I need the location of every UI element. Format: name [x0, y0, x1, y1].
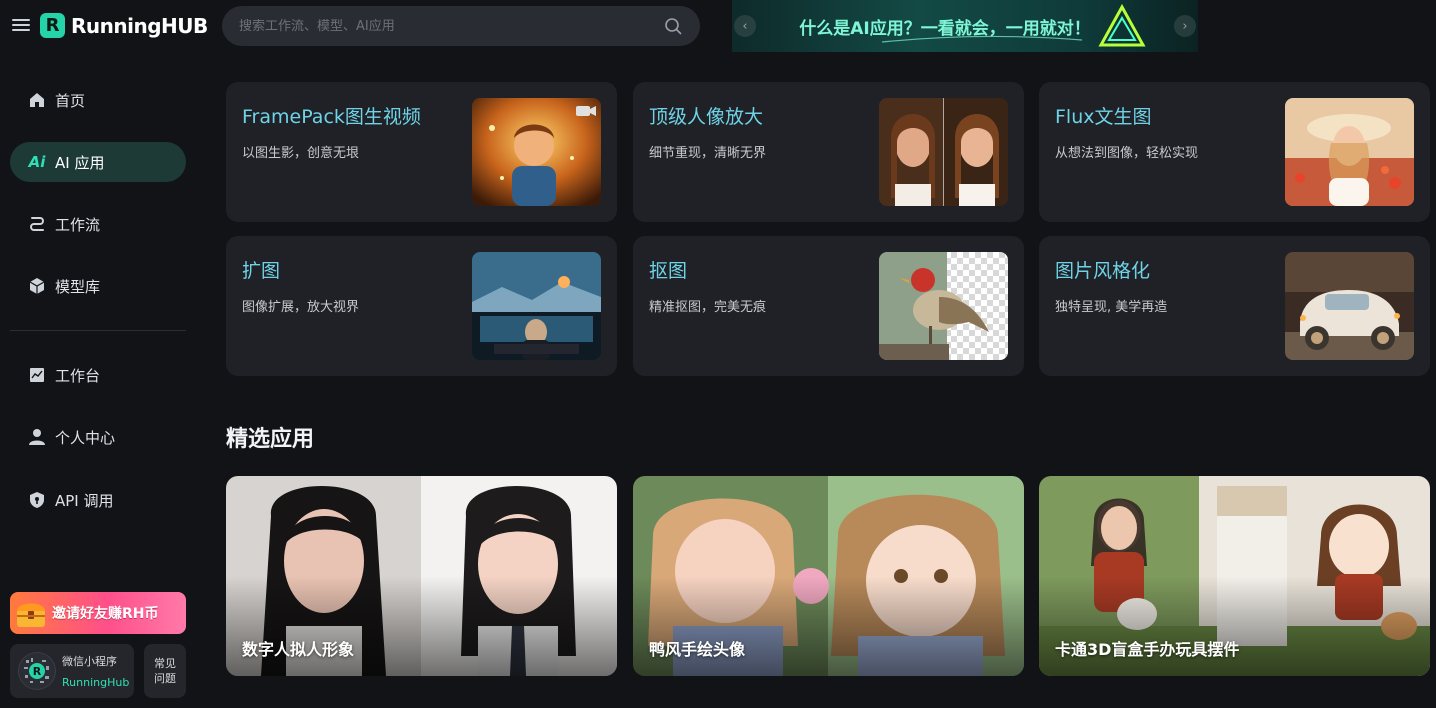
- sidebar: 首页 Ai AI 应用 工作流 模型库 工作台 个人中心 API 调用 邀请好友…: [0, 52, 196, 708]
- banner-swoosh-decoration: [882, 35, 1082, 43]
- sidebar-item-label: 工作台: [55, 366, 101, 385]
- app-card-shade: [633, 576, 1024, 676]
- tool-title: 扩图: [242, 260, 281, 282]
- chart-icon: [28, 366, 46, 384]
- menu-icon[interactable]: [12, 16, 30, 32]
- logo[interactable]: R RunningHUB: [40, 13, 208, 38]
- tool-title: Flux文生图: [1055, 106, 1152, 128]
- sidebar-item-api[interactable]: API 调用: [10, 480, 186, 520]
- tool-title: FramePack图生视频: [242, 106, 421, 128]
- featured-app-card[interactable]: 鸭风手绘头像: [633, 476, 1024, 676]
- faq-button[interactable]: 常见问题: [144, 644, 186, 698]
- user-icon: [28, 428, 46, 446]
- tool-card-flux-text-to-image[interactable]: Flux文生图 从想法到图像，轻松实现: [1039, 82, 1430, 222]
- tool-description: 从想法到图像，轻松实现: [1055, 146, 1199, 161]
- invite-label: 邀请好友赚RH币: [52, 606, 159, 622]
- mini-program-card[interactable]: R 微信小程序 RunningHub: [10, 644, 134, 698]
- sidebar-item-label: 首页: [55, 91, 86, 110]
- tool-description: 以图生影，创意无垠: [242, 146, 360, 161]
- triangle-logo-icon: [1098, 4, 1146, 47]
- tool-card-stylize[interactable]: 图片风格化 独特呈现, 美学再造: [1039, 236, 1430, 376]
- tool-thumbnail: [879, 252, 1008, 360]
- tool-thumbnail: [879, 98, 1008, 206]
- logo-mark: R: [40, 13, 65, 38]
- shield-icon: [28, 491, 46, 509]
- promo-banner[interactable]: ‹ 什么是AI应用？一看就会，一用就对！ ›: [732, 0, 1198, 52]
- featured-app-card[interactable]: 卡通3D盲盒手办玩具摆件: [1039, 476, 1430, 676]
- top-bar: R RunningHUB ‹ 什么是AI应用？一看就会，一用就对！ ›: [0, 0, 1436, 52]
- tool-description: 精准抠图，完美无痕: [649, 300, 767, 315]
- tool-description: 细节重现，清晰无界: [649, 146, 767, 161]
- sidebar-item-workflow[interactable]: 工作流: [10, 204, 186, 244]
- mini-program-subtitle: RunningHub: [62, 676, 130, 689]
- invite-friends-banner[interactable]: 邀请好友赚RH币: [10, 592, 186, 634]
- tool-card-framepack[interactable]: FramePack图生视频 以图生影，创意无垠: [226, 82, 617, 222]
- sidebar-item-home[interactable]: 首页: [10, 80, 186, 120]
- ai-icon: Ai: [28, 153, 46, 171]
- tool-thumbnail: [1285, 252, 1414, 360]
- sidebar-divider: [10, 330, 186, 331]
- tool-title: 顶级人像放大: [649, 106, 764, 128]
- banner-next-icon[interactable]: ›: [1174, 15, 1196, 37]
- sidebar-item-label: API 调用: [55, 491, 114, 510]
- tool-title: 图片风格化: [1055, 260, 1151, 282]
- sidebar-item-models[interactable]: 模型库: [10, 266, 186, 306]
- tool-title: 抠图: [649, 260, 688, 282]
- tool-card-cutout[interactable]: 抠图 精准抠图，完美无痕: [633, 236, 1024, 376]
- svg-text:R: R: [33, 665, 42, 678]
- tool-card-outpaint[interactable]: 扩图 图像扩展，放大视界: [226, 236, 617, 376]
- featured-app-title: 数字人拟人形象: [242, 640, 355, 659]
- app-card-shade: [226, 576, 617, 676]
- featured-app-title: 鸭风手绘头像: [649, 640, 746, 659]
- search-input[interactable]: [222, 18, 642, 34]
- tool-thumbnail: [472, 98, 601, 206]
- sidebar-item-label: 工作流: [55, 215, 101, 234]
- featured-section-title: 精选应用: [226, 427, 315, 452]
- mini-program-title: 微信小程序: [62, 655, 117, 668]
- workflow-icon: [28, 215, 46, 233]
- sidebar-item-label: 个人中心: [55, 428, 116, 447]
- tool-description: 独特呈现, 美学再造: [1055, 300, 1168, 315]
- tool-thumbnail: [472, 252, 601, 360]
- search-icon[interactable]: [664, 17, 682, 35]
- sidebar-item-profile[interactable]: 个人中心: [10, 417, 186, 457]
- featured-app-title: 卡通3D盲盒手办玩具摆件: [1055, 640, 1240, 659]
- tool-thumbnail: [1285, 98, 1414, 206]
- qr-code-icon: R: [18, 652, 56, 690]
- sidebar-item-label: AI 应用: [55, 153, 105, 172]
- home-icon: [28, 91, 46, 109]
- sidebar-item-workbench[interactable]: 工作台: [10, 355, 186, 395]
- sidebar-item-label: 模型库: [55, 277, 101, 296]
- tool-card-portrait-upscale[interactable]: 顶级人像放大 细节重现，清晰无界: [633, 82, 1024, 222]
- search-bar: [222, 6, 700, 46]
- sidebar-item-ai-apps[interactable]: Ai AI 应用: [10, 142, 186, 182]
- featured-app-card[interactable]: 数字人拟人形象: [226, 476, 617, 676]
- banner-prev-icon[interactable]: ‹: [734, 15, 756, 37]
- tool-description: 图像扩展，放大视界: [242, 300, 360, 315]
- app-card-shade: [1039, 576, 1430, 676]
- cube-icon: [28, 277, 46, 295]
- treasure-chest-icon: [10, 592, 52, 634]
- logo-text: RunningHUB: [71, 13, 208, 38]
